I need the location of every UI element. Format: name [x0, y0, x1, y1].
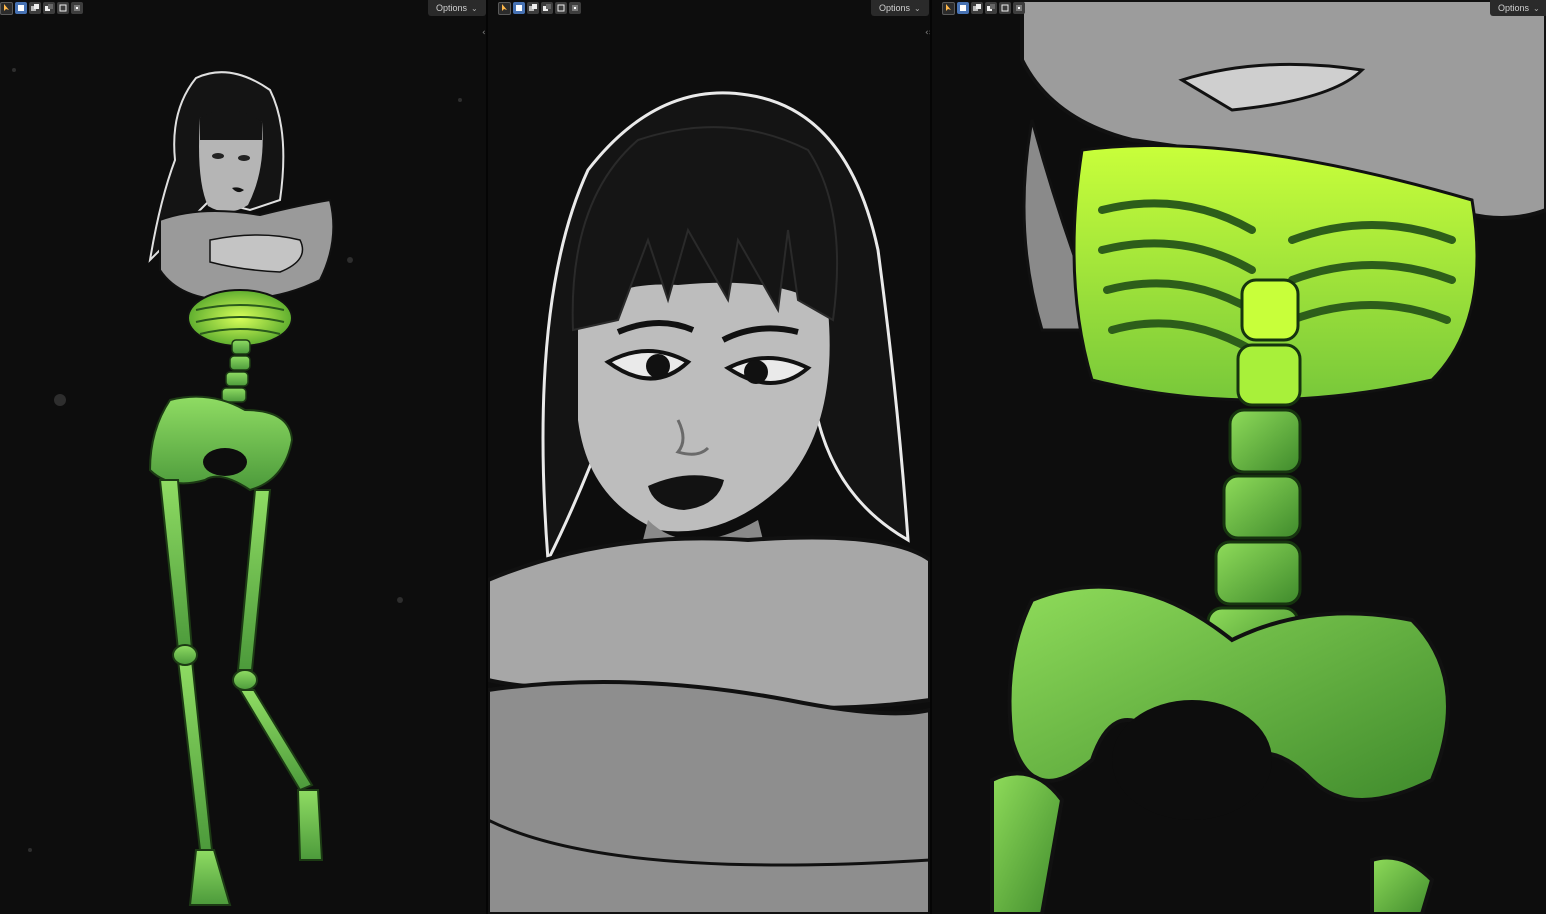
viewport-render-full-body — [12, 68, 462, 906]
mode-set-icon[interactable] — [957, 2, 969, 14]
mode-add-icon[interactable] — [971, 2, 983, 14]
mode-set-icon[interactable] — [513, 2, 525, 14]
chevron-down-icon: ⌄ — [1533, 3, 1540, 13]
select-tool-icon[interactable] — [0, 1, 13, 15]
chevron-down-icon: ⌄ — [914, 3, 921, 13]
selection-toolbar — [942, 0, 1025, 16]
mode-intersect-icon[interactable] — [1013, 2, 1025, 14]
viewport-render-face-closeup — [488, 91, 930, 914]
mode-add-icon[interactable] — [527, 2, 539, 14]
mode-intersect-icon[interactable] — [569, 2, 581, 14]
options-label: Options — [1498, 3, 1530, 13]
options-dropdown[interactable]: Options ⌄ — [1490, 0, 1546, 16]
mode-intersect-icon[interactable] — [71, 2, 83, 14]
selection-toolbar — [498, 0, 581, 16]
mode-invert-icon[interactable] — [555, 2, 567, 14]
viewport-render-skeleton-closeup — [990, 0, 1546, 914]
select-tool-icon[interactable] — [498, 1, 511, 15]
mode-add-icon[interactable] — [29, 2, 41, 14]
mode-invert-icon[interactable] — [999, 2, 1011, 14]
selection-toolbar — [0, 0, 83, 16]
viewport-face-closeup[interactable]: Options ⌄ ‹› — [488, 0, 930, 914]
mode-subtract-icon[interactable] — [985, 2, 997, 14]
chevron-down-icon: ⌄ — [471, 3, 478, 13]
options-label: Options — [879, 3, 911, 13]
select-tool-icon[interactable] — [942, 1, 955, 15]
options-dropdown[interactable]: Options ⌄ — [428, 0, 486, 16]
mode-invert-icon[interactable] — [57, 2, 69, 14]
viewport-skeleton-closeup[interactable]: Options ⌄ — [932, 0, 1546, 914]
viewport-full-body[interactable]: Options ⌄ ‹› — [0, 0, 486, 914]
mode-subtract-icon[interactable] — [541, 2, 553, 14]
mode-subtract-icon[interactable] — [43, 2, 55, 14]
options-label: Options — [436, 3, 468, 13]
mode-set-icon[interactable] — [15, 2, 27, 14]
options-dropdown[interactable]: Options ⌄ — [871, 0, 929, 16]
